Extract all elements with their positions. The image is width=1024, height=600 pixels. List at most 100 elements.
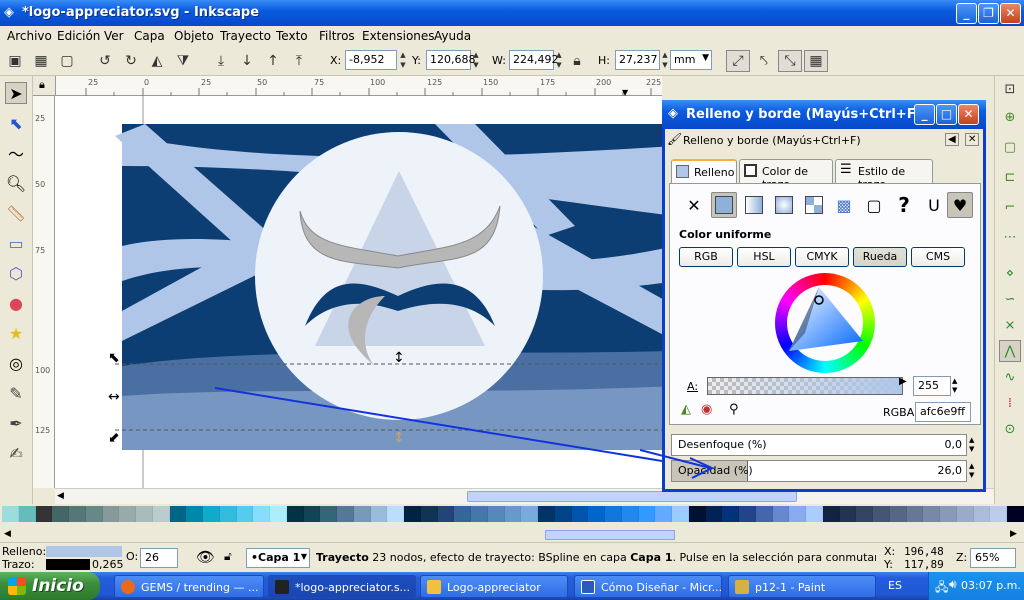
zoom-input[interactable]: 65% — [970, 548, 1016, 568]
layer-select[interactable]: •Capa 1 ▼ — [246, 548, 310, 568]
palette-swatch[interactable] — [35, 506, 53, 522]
palette-swatch[interactable] — [387, 506, 404, 522]
panel-close-icon[interactable]: ✕ — [965, 133, 980, 146]
lower-bottom-icon[interactable]: ⤓ — [212, 52, 230, 70]
mode-rueda-button[interactable]: Rueda — [853, 247, 907, 267]
snap-toggle-icon[interactable]: ⊕ — [999, 106, 1021, 128]
move-patterns-icon[interactable]: ▦ — [804, 50, 828, 72]
menu-ver[interactable]: Ver — [104, 29, 124, 43]
color-picker-icon[interactable]: ⚲ — [729, 402, 739, 417]
palette-swatch[interactable] — [404, 506, 421, 522]
raise-icon[interactable]: ↑ — [264, 52, 282, 70]
palette-swatch[interactable] — [219, 506, 237, 522]
restore-button[interactable]: ❐ — [978, 3, 999, 24]
palette-swatch[interactable] — [270, 506, 287, 522]
palette-swatch[interactable] — [303, 506, 321, 522]
linear-gradient-icon[interactable] — [741, 192, 767, 218]
palette-swatch[interactable] — [839, 506, 857, 522]
selector-tool-icon[interactable]: ➤ — [5, 82, 27, 104]
box3d-tool-icon[interactable]: ⬡ — [5, 262, 27, 284]
spiral-tool-icon[interactable]: ◎ — [5, 352, 27, 374]
menu-edicion[interactable]: Edición — [57, 29, 100, 43]
pen-tool-icon[interactable]: ✒ — [5, 412, 27, 434]
opacity-spin-arrows[interactable]: ▲ ▼ — [969, 462, 974, 480]
x-input[interactable]: -8,952 — [345, 50, 397, 70]
palette-swatch[interactable] — [286, 506, 304, 522]
radial-gradient-icon[interactable] — [771, 192, 797, 218]
out-of-gamut-icon[interactable]: ◉ — [701, 402, 712, 417]
start-button[interactable]: Inicio — [0, 572, 100, 600]
lock-icon[interactable]: 🔓︎ — [224, 549, 232, 564]
volume-icon[interactable]: 🔊︎ — [949, 577, 957, 592]
palette-swatch[interactable] — [655, 506, 672, 522]
fill-rule-evenodd-icon[interactable]: Ս — [921, 192, 947, 218]
ellipse-tool-icon[interactable]: ● — [5, 292, 27, 314]
mesh-gradient-icon[interactable] — [801, 192, 827, 218]
snap-midpoint-icon[interactable]: ⁞ — [999, 392, 1021, 414]
palette-scrollbar[interactable]: ◀ ▶ — [0, 528, 1024, 542]
task-folder[interactable]: Logo-appreciator — [420, 575, 568, 598]
deselect-icon[interactable]: ▢ — [58, 52, 76, 70]
menu-trayecto[interactable]: Trayecto — [220, 29, 271, 43]
network-icon[interactable]: 🖧︎ — [935, 578, 948, 599]
palette-swatch[interactable] — [956, 506, 974, 522]
dialog-close-button[interactable]: ✕ — [958, 104, 979, 125]
dialog-minimize-button[interactable]: _ — [914, 104, 935, 125]
menu-objeto[interactable]: Objeto — [174, 29, 214, 43]
x-spin-arrows[interactable]: ▲ ▼ — [398, 50, 408, 70]
color-triangle[interactable] — [775, 273, 875, 373]
menu-archivo[interactable]: Archivo — [7, 29, 52, 43]
ruler-vertical[interactable]: 25 50 75 100 125 — [33, 96, 55, 488]
cms-adjust-icon[interactable]: ◭ — [681, 402, 691, 417]
palette-swatch[interactable] — [923, 506, 940, 522]
palette-swatch[interactable] — [370, 506, 388, 522]
menu-filtros[interactable]: Filtros — [319, 29, 355, 43]
snap-bbox-midpoint-icon[interactable]: ⋯ — [999, 226, 1021, 248]
snap-smooth-icon[interactable]: ∿ — [999, 366, 1021, 388]
snap-cusp-icon[interactable]: ⋀ — [999, 340, 1021, 362]
palette-scroll-thumb[interactable] — [545, 530, 675, 540]
palette-swatch[interactable] — [454, 506, 471, 522]
select-all-layers-icon[interactable]: ▦ — [32, 52, 50, 70]
palette-swatch[interactable] — [638, 506, 656, 522]
task-paint[interactable]: p12-1 - Paint — [728, 575, 876, 598]
task-word[interactable]: Cómo Diseñar - Micr... — [574, 575, 722, 598]
swatch-icon[interactable]: ▢ — [861, 192, 887, 218]
raise-top-icon[interactable]: ⤒ — [290, 52, 308, 70]
palette-swatch[interactable] — [186, 506, 203, 522]
palette-swatch[interactable] — [772, 506, 790, 522]
palette-swatch[interactable] — [504, 506, 522, 522]
blur-spin-arrows[interactable]: ▲ ▼ — [969, 436, 974, 454]
minimize-button[interactable]: _ — [956, 3, 977, 24]
palette-scroll-right-icon[interactable]: ▶ — [1010, 529, 1017, 539]
visibility-icon[interactable]: 👁︎ — [196, 548, 215, 566]
palette-swatch[interactable] — [236, 506, 254, 522]
flat-color-icon[interactable] — [711, 192, 737, 218]
alpha-marker-icon[interactable]: ▶ — [899, 376, 907, 387]
palette-swatch[interactable] — [688, 506, 706, 522]
rotate-cw-icon[interactable]: ↻ — [122, 52, 140, 70]
palette-swatch[interactable] — [152, 506, 170, 522]
palette-scroll-left-icon[interactable]: ◀ — [4, 529, 11, 539]
palette-swatch[interactable] — [621, 506, 639, 522]
palette-swatch[interactable] — [203, 506, 220, 522]
palette-swatch[interactable] — [320, 506, 337, 522]
snap-nodes-icon[interactable]: ⋄ — [999, 262, 1021, 284]
palette-swatch[interactable] — [169, 506, 187, 522]
palette-swatch[interactable] — [353, 506, 371, 522]
drawing-canvas[interactable]: ⬉ ↔ ⬋ ↕ ↕ — [55, 96, 662, 488]
lock-guides-icon[interactable]: 🔒︎ — [39, 78, 45, 92]
tweak-tool-icon[interactable]: 〜 — [5, 142, 27, 164]
palette-swatch[interactable] — [990, 506, 1007, 522]
menu-ayuda[interactable]: Ayuda — [434, 29, 471, 43]
scale-stroke-icon[interactable]: ⤢ — [726, 50, 750, 72]
palette-swatch[interactable] — [873, 506, 890, 522]
alpha-input[interactable]: 255 — [913, 376, 951, 396]
scroll-thumb[interactable] — [467, 491, 797, 502]
rgba-input[interactable]: afc6e9ff — [915, 402, 971, 422]
measure-tool-icon[interactable]: 📏︎ — [5, 202, 27, 224]
lower-icon[interactable]: ↓ — [238, 52, 256, 70]
calligraphy-tool-icon[interactable]: ✍ — [5, 442, 27, 464]
dialog-title-bar[interactable]: ◈ Relleno y borde (Mayús+Ctrl+F) _ □ ✕ — [662, 100, 986, 129]
palette-swatch[interactable] — [856, 506, 873, 522]
